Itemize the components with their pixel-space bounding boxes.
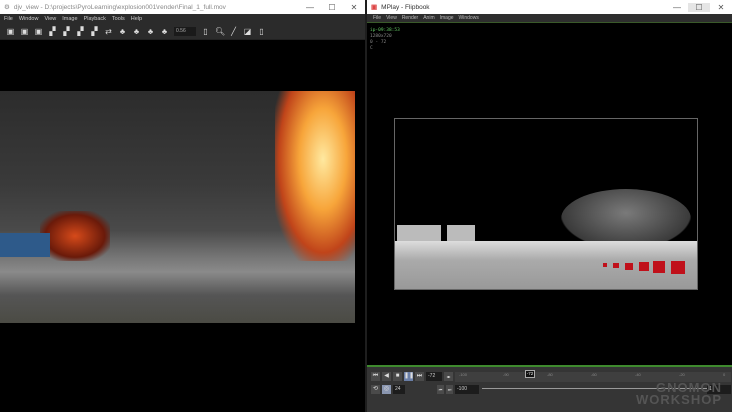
gnomon-workshop-watermark: GNOMON WORKSHOP	[636, 380, 722, 407]
go-to-end-button[interactable]: ⏭	[415, 372, 424, 381]
color-picker-icon[interactable]: ╱	[229, 27, 238, 36]
fire	[40, 211, 110, 261]
zoom-in-icon[interactable]: ♣	[118, 27, 127, 36]
houdini-icon: ▣	[371, 4, 378, 11]
stop-button[interactable]: ■	[393, 372, 402, 381]
menu-file[interactable]: File	[4, 16, 13, 22]
go-to-start-button[interactable]: ⏮	[371, 372, 380, 381]
red-box	[603, 263, 607, 267]
toolbar: ▣ ▣ ▣ ▞ ▞ ▞ ▞ ⇄ ♣ ♣ ♣ ♣ 0.56 ▯ 🔍︎ ╱ ◪ ▯	[0, 23, 365, 40]
range-start-button[interactable]: ⏮	[437, 385, 444, 394]
cylinders	[447, 225, 475, 241]
step-buttons[interactable]: ◂▸	[444, 372, 453, 381]
menu-bar: File View Render Anim Image Windows	[367, 14, 732, 23]
explosion-frame	[0, 91, 355, 323]
copy-window-icon[interactable]: ▣	[20, 27, 29, 36]
menu-window[interactable]: Window	[19, 16, 39, 22]
menu-view[interactable]: View	[386, 15, 397, 21]
pause-button[interactable]: ❚❚	[404, 372, 414, 381]
menu-image[interactable]: Image	[440, 15, 454, 21]
timeline-marker[interactable]: -72	[525, 370, 535, 378]
file-info-icon[interactable]: ▯	[257, 27, 266, 36]
zoom-out-icon[interactable]: ♣	[132, 27, 141, 36]
menu-playback[interactable]: Playback	[84, 16, 106, 22]
menu-anim[interactable]: Anim	[423, 15, 434, 21]
loop-button[interactable]: ⟲	[371, 385, 380, 394]
fullscreen-icon[interactable]: ▞	[62, 27, 71, 36]
timeline-tick: -90	[503, 372, 509, 377]
title-bar: ⚙ djv_view - D:\projects\PyroLearning\ex…	[0, 0, 365, 14]
app-icon: ⚙	[4, 4, 10, 11]
red-box	[653, 261, 665, 273]
maximize-button[interactable]: ☐	[321, 3, 343, 12]
barrels	[0, 233, 50, 257]
play-reverse-button[interactable]: ◀	[382, 372, 391, 381]
current-frame-field[interactable]: -72	[426, 372, 442, 381]
zoom-reset-icon[interactable]: ♣	[146, 27, 155, 36]
menu-render[interactable]: Render	[402, 15, 418, 21]
red-box	[671, 261, 685, 274]
ground	[395, 241, 697, 289]
image-viewer[interactable]	[0, 41, 365, 412]
red-box	[613, 263, 619, 268]
range-start-field[interactable]: -100	[455, 385, 479, 394]
minimize-button[interactable]: —	[666, 3, 688, 12]
timeline-tick: -100	[459, 372, 468, 377]
menu-windows[interactable]: Windows	[459, 15, 479, 21]
menu-view[interactable]: View	[44, 16, 56, 22]
close-button[interactable]: ✕	[343, 3, 365, 12]
info-icon[interactable]: ▯	[201, 27, 210, 36]
timeline-tick: -80	[547, 372, 553, 377]
title-bar: ▣ MPlay - Flipbook — ☐ ✕	[367, 0, 732, 14]
playback-controls: ⏮ ◀ ■ ❚❚ ⏭ -72 ◂▸ -72 -100 -90 -80 -60 -40 -2…	[367, 365, 732, 412]
zoom-fit-icon[interactable]: ♣	[160, 27, 169, 36]
menu-file[interactable]: File	[373, 15, 381, 21]
image-info: ip-09:38:53 1280x720 0 - 72 C	[370, 28, 400, 52]
red-box	[639, 262, 649, 271]
info-channel: C	[370, 46, 373, 51]
red-box	[625, 263, 633, 270]
menu-bar: File Window View Image Playback Tools He…	[0, 14, 365, 23]
controls-icon[interactable]: ▞	[76, 27, 85, 36]
cylinders	[397, 225, 441, 241]
new-window-icon[interactable]: ▣	[6, 27, 15, 36]
smoke	[561, 189, 691, 249]
fit-window-icon[interactable]: ▞	[48, 27, 57, 36]
menu-tools[interactable]: Tools	[112, 16, 125, 22]
close-button[interactable]: ✕	[710, 3, 732, 12]
flipbook-viewport[interactable]: ip-09:38:53 1280x720 0 - 72 C	[367, 23, 732, 365]
zoom-input[interactable]: 0.56	[174, 26, 196, 36]
window-title: MPlay - Flipbook	[381, 3, 430, 11]
fps-field[interactable]: 24	[393, 385, 405, 394]
menu-help[interactable]: Help	[131, 16, 142, 22]
timeline-tick: 0	[723, 372, 726, 377]
fire	[275, 91, 355, 261]
minimize-button[interactable]: —	[299, 3, 321, 12]
mplay-window: ▣ MPlay - Flipbook — ☐ ✕ File View Rende…	[367, 0, 732, 412]
timeline-tick: -20	[679, 372, 685, 377]
swap-icon[interactable]: ⇄	[104, 27, 113, 36]
realtime-button[interactable]: ◎	[382, 385, 391, 394]
range-end-button[interactable]: ⏭	[446, 385, 453, 394]
float-icon[interactable]: ▞	[90, 27, 99, 36]
maximize-button[interactable]: ☐	[688, 2, 710, 12]
close-window-icon[interactable]: ▣	[34, 27, 43, 36]
djv-view-window: ⚙ djv_view - D:\projects\PyroLearning\ex…	[0, 0, 365, 412]
render-frame	[394, 118, 698, 290]
histogram-icon[interactable]: ◪	[243, 27, 252, 36]
magnify-icon[interactable]: 🔍︎	[215, 27, 225, 36]
menu-image[interactable]: Image	[62, 16, 77, 22]
window-title: djv_view - D:\projects\PyroLearning\expl…	[13, 3, 226, 11]
timeline-tick: -40	[635, 372, 641, 377]
timeline-tick: -60	[591, 372, 597, 377]
